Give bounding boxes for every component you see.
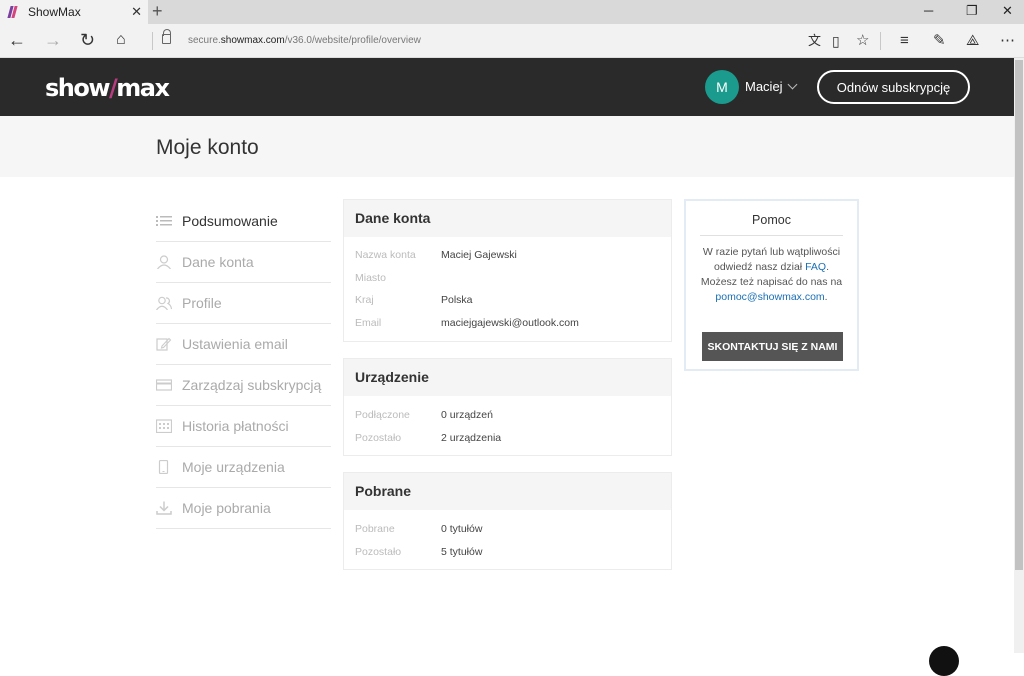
restore-icon[interactable]: ❐	[966, 3, 978, 19]
translate-icon[interactable]: 文	[808, 32, 821, 50]
menu-item-dane-konta[interactable]: Dane konta	[156, 242, 331, 283]
download-icon	[156, 501, 172, 515]
new-tab-button[interactable]: +	[152, 1, 163, 22]
renew-subscription-button[interactable]: Odnów subskrypcję	[817, 70, 970, 104]
chat-button[interactable]	[929, 646, 959, 676]
info-row: Pozostało 2 urządzenia	[355, 431, 502, 444]
account-menu: Podsumowanie Dane konta Profile Ustawien…	[155, 201, 331, 529]
reading-view-icon[interactable]: ▯	[832, 32, 840, 50]
user-icon	[156, 255, 172, 270]
tab-close-icon[interactable]: ✕	[131, 4, 142, 20]
refresh-icon[interactable]: ↻	[80, 30, 95, 50]
web-note-icon[interactable]: ✎	[933, 32, 946, 50]
calendar-icon	[155, 419, 173, 434]
devices-panel: Urządzenie Podłączone 0 urządzeń Pozosta…	[343, 358, 672, 456]
favorite-star-icon[interactable]: ☆	[856, 32, 869, 50]
phone-icon	[156, 459, 172, 475]
hub-icon[interactable]: ≡	[900, 32, 909, 50]
more-icon[interactable]: ⋯	[1000, 32, 1015, 50]
address-bar[interactable]: secure.showmax.com/v36.0/website/profile…	[188, 35, 421, 46]
help-box: Pomoc W razie pytań lub wątpliwości odwi…	[684, 199, 859, 371]
help-text: W razie pytań lub wątpliwości odwiedź na…	[700, 246, 843, 303]
browser-nav-bar: ← → ↻ ⌂ secure.showmax.com/v36.0/website…	[0, 24, 1024, 58]
list-icon	[156, 214, 172, 228]
info-row: Pozostało 5 tytułów	[355, 545, 483, 558]
edit-icon	[156, 337, 172, 351]
forward-arrow-icon[interactable]: →	[44, 30, 62, 50]
home-icon[interactable]: ⌂	[116, 30, 126, 50]
menu-item-podsumowanie[interactable]: Podsumowanie	[156, 201, 331, 242]
avatar[interactable]: M	[705, 70, 739, 104]
credit-card-icon	[155, 378, 173, 392]
info-row: Email maciejgajewski@outlook.com	[355, 316, 579, 329]
menu-item-moje-urzadzenia[interactable]: Moje urządzenia	[156, 447, 331, 488]
user-name[interactable]: Maciej	[745, 79, 783, 94]
minimize-icon[interactable]: ─	[924, 3, 933, 18]
info-row: Miasto	[355, 271, 386, 284]
contact-us-button[interactable]: SKONTAKTUJ SIĘ Z NAMI	[702, 332, 843, 361]
browser-tab-bar: ShowMax ✕ + ─ ❐ ✕	[0, 0, 1024, 24]
users-icon	[156, 296, 173, 311]
site-header: show/max M Maciej Odnów subskrypcję	[0, 58, 1014, 116]
page-title: Moje konto	[156, 136, 259, 159]
info-row: Kraj Polska	[355, 294, 473, 306]
lock-icon	[162, 29, 171, 44]
tab-title: ShowMax	[28, 5, 81, 19]
info-row: Nazwa konta Maciej Gajewski	[355, 249, 517, 261]
title-band: Moje konto	[0, 116, 1014, 177]
share-icon[interactable]: ⟁	[966, 32, 979, 50]
faq-link[interactable]: FAQ	[805, 261, 826, 273]
info-row: Podłączone 0 urządzeń	[355, 409, 493, 421]
menu-item-historia-platnosci[interactable]: Historia płatności	[155, 406, 331, 447]
panel-title: Pobrane	[344, 473, 671, 510]
chevron-down-icon[interactable]	[787, 79, 798, 90]
help-title: Pomoc	[752, 213, 791, 227]
panel-title: Dane konta	[344, 200, 671, 237]
downloads-panel: Pobrane Pobrane 0 tytułów Pozostało 5 ty…	[343, 472, 672, 570]
menu-item-moje-pobrania[interactable]: Moje pobrania	[156, 488, 331, 529]
showmax-logo[interactable]: show/max	[45, 74, 170, 102]
account-panel: Dane konta Nazwa konta Maciej Gajewski M…	[343, 199, 672, 342]
showmax-favicon-icon	[7, 6, 20, 18]
email-link[interactable]: pomoc@showmax.com	[715, 291, 824, 303]
menu-item-ustawienia-email[interactable]: Ustawienia email	[156, 324, 331, 365]
menu-item-profile[interactable]: Profile	[156, 283, 331, 324]
browser-tab[interactable]: ShowMax ✕	[0, 0, 148, 24]
scrollbar-thumb[interactable]	[1015, 60, 1023, 570]
info-row: Pobrane 0 tytułów	[355, 523, 483, 535]
back-arrow-icon[interactable]: ←	[8, 30, 26, 50]
window-close-icon[interactable]: ✕	[1002, 3, 1013, 19]
menu-item-zarzadzaj-subskrypcja[interactable]: Zarządzaj subskrypcją	[155, 365, 331, 406]
panel-title: Urządzenie	[344, 359, 671, 396]
